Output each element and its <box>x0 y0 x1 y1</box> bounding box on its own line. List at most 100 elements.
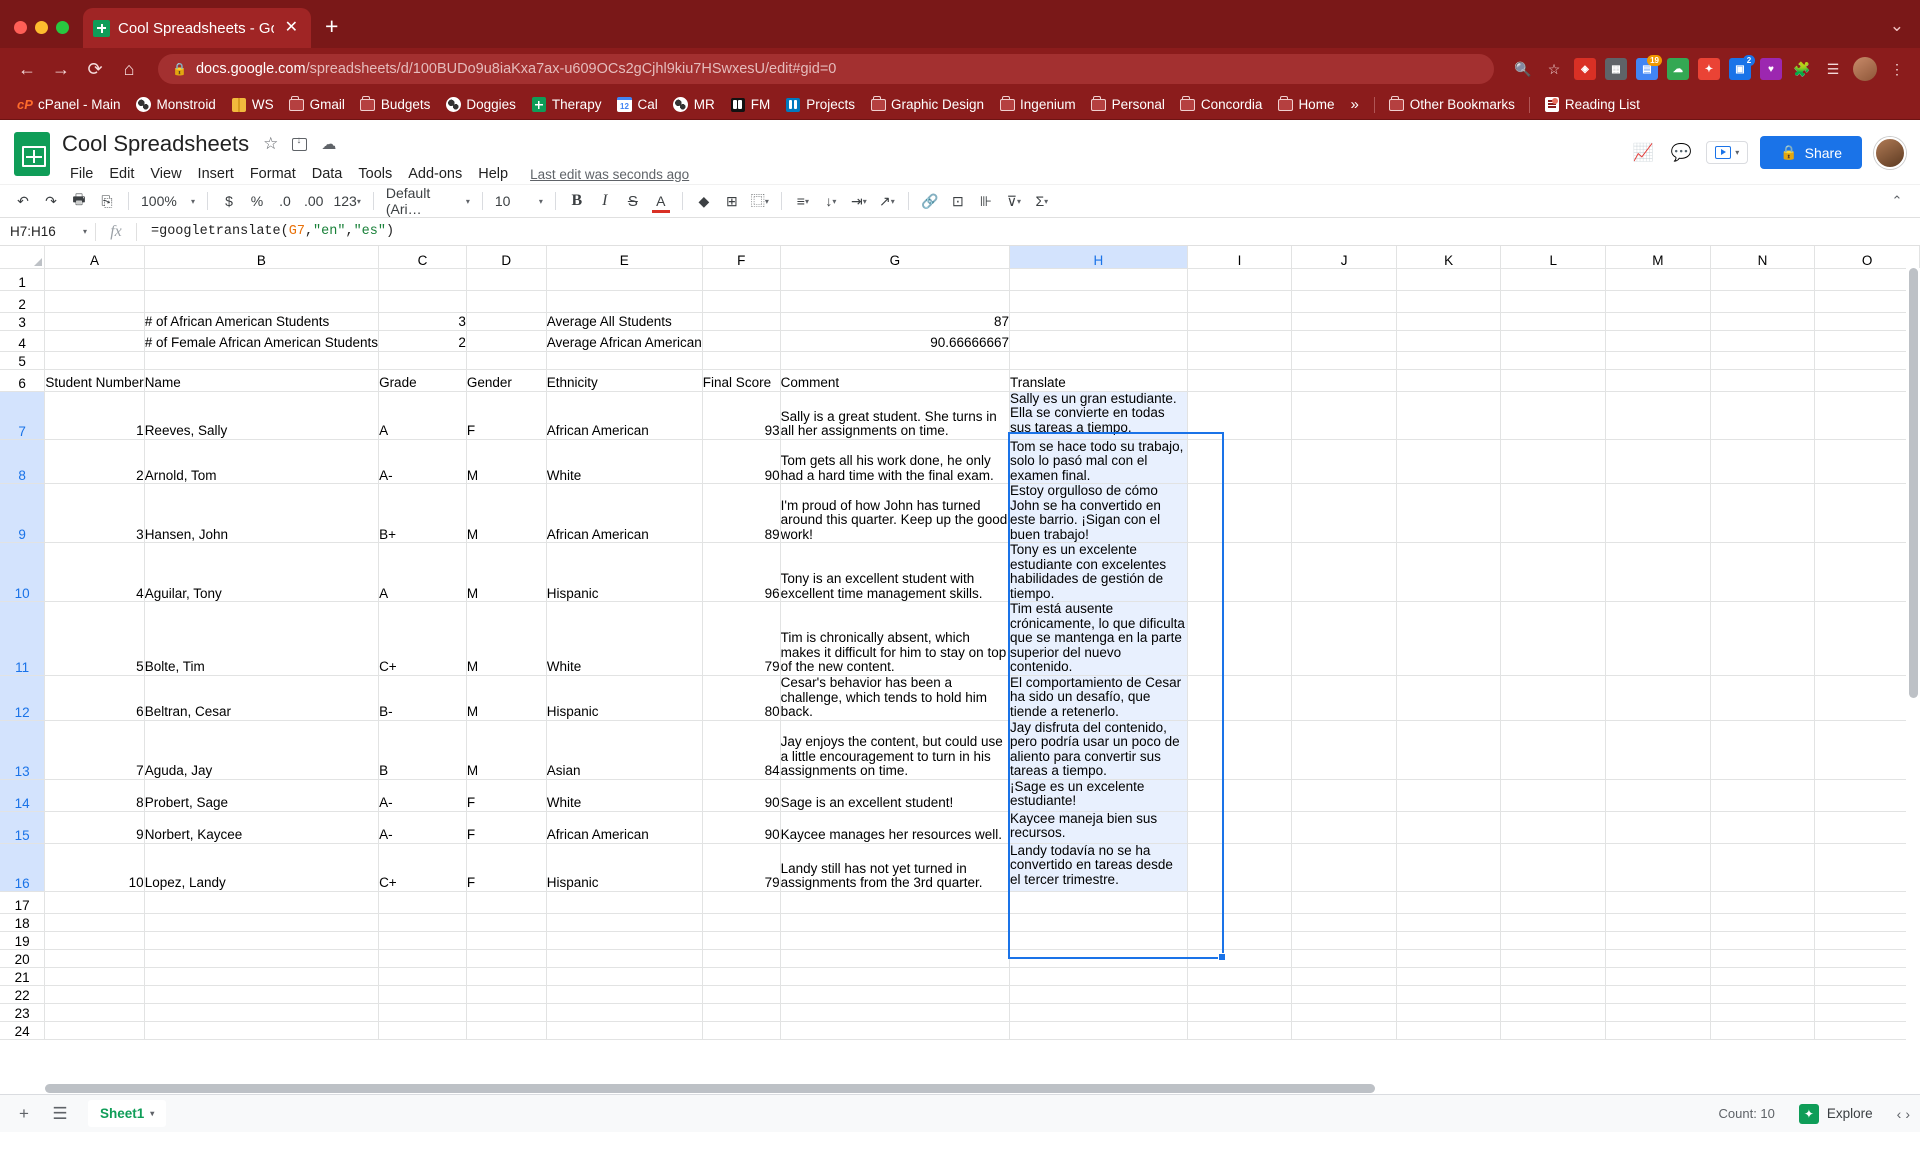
menu-view[interactable]: View <box>142 163 189 185</box>
cell-l8[interactable] <box>1500 439 1607 484</box>
cell-b12[interactable]: Beltran, Cesar <box>144 675 380 721</box>
cell-c6[interactable]: Grade <box>378 369 467 392</box>
cell-n22[interactable] <box>1710 985 1816 1004</box>
cell-f10[interactable]: 96 <box>702 542 781 602</box>
cell-g21[interactable] <box>780 967 1011 986</box>
cell-j19[interactable] <box>1291 931 1397 950</box>
cell-c4[interactable]: 2 <box>378 330 467 352</box>
row-header-5[interactable]: 5 <box>0 351 46 370</box>
cell-h16[interactable]: Landy todavía no se ha convertido en tar… <box>1009 843 1188 892</box>
all-sheets-button[interactable]: ☰ <box>46 1100 74 1128</box>
cell-d23[interactable] <box>466 1003 547 1022</box>
cell-o22[interactable] <box>1814 985 1920 1004</box>
cell-j8[interactable] <box>1291 439 1397 484</box>
row-header-3[interactable]: 3 <box>0 312 46 331</box>
cell-o4[interactable] <box>1814 330 1920 352</box>
bookmark-ingenium[interactable]: Ingenium <box>992 94 1083 116</box>
cell-a10[interactable]: 4 <box>44 542 145 602</box>
currency-format-button[interactable]: $ <box>216 188 242 214</box>
cell-a3[interactable] <box>44 312 145 331</box>
cell-i15[interactable] <box>1187 811 1293 844</box>
maximize-window-button[interactable] <box>56 21 69 34</box>
cell-b15[interactable]: Norbert, Kaycee <box>144 811 380 844</box>
row-header-11[interactable]: 11 <box>0 601 46 676</box>
cell-j15[interactable] <box>1291 811 1397 844</box>
cell-m11[interactable] <box>1605 601 1711 676</box>
cell-l7[interactable] <box>1500 391 1607 440</box>
cell-m9[interactable] <box>1605 483 1711 543</box>
cell-c9[interactable]: B+ <box>378 483 467 543</box>
forward-button[interactable]: → <box>46 54 76 84</box>
cell-a22[interactable] <box>44 985 145 1004</box>
cell-i5[interactable] <box>1187 351 1293 370</box>
cell-o13[interactable] <box>1814 720 1920 780</box>
percent-format-button[interactable]: % <box>244 188 270 214</box>
cell-g6[interactable]: Comment <box>780 369 1011 392</box>
formula-input[interactable]: =googletranslate(G7,"en","es") <box>137 224 394 239</box>
cell-a11[interactable]: 5 <box>44 601 145 676</box>
cell-f21[interactable] <box>702 967 781 986</box>
cell-c7[interactable]: A <box>378 391 467 440</box>
cell-k13[interactable] <box>1396 720 1502 780</box>
cell-d22[interactable] <box>466 985 547 1004</box>
bookmark-gmail[interactable]: Gmail <box>282 94 352 116</box>
cell-e8[interactable]: White <box>546 439 703 484</box>
bookmark-graphic-design[interactable]: Graphic Design <box>863 94 991 116</box>
cell-e22[interactable] <box>546 985 703 1004</box>
cell-o9[interactable] <box>1814 483 1920 543</box>
cell-n6[interactable] <box>1710 369 1816 392</box>
cell-l21[interactable] <box>1500 967 1607 986</box>
cell-g18[interactable] <box>780 913 1011 932</box>
spreadsheet-grid-area[interactable]: A B C D E F G H I J K L M N O 1 2 3 # of… <box>0 246 1920 1094</box>
cell-e24[interactable] <box>546 1021 703 1040</box>
cell-l15[interactable] <box>1500 811 1607 844</box>
cell-k24[interactable] <box>1396 1021 1502 1040</box>
column-header-m[interactable]: M <box>1605 246 1711 269</box>
cell-l24[interactable] <box>1500 1021 1607 1040</box>
cell-k14[interactable] <box>1396 779 1502 812</box>
cell-f7[interactable]: 93 <box>702 391 781 440</box>
column-header-i[interactable]: I <box>1187 246 1293 269</box>
cell-c24[interactable] <box>378 1021 467 1040</box>
pin-icon[interactable]: ▣ 2 <box>1729 55 1755 80</box>
cell-o10[interactable] <box>1814 542 1920 602</box>
bookmark-personal[interactable]: Personal <box>1084 94 1172 116</box>
row-header-4[interactable]: 4 <box>0 330 46 352</box>
row-header-2[interactable]: 2 <box>0 290 46 313</box>
cell-b24[interactable] <box>144 1021 380 1040</box>
cell-h14[interactable]: ¡Sage es un excelente estudiante! <box>1009 779 1188 812</box>
cell-l1[interactable] <box>1500 268 1607 291</box>
bookmark-ws[interactable]: WS <box>224 94 281 116</box>
functions-button[interactable]: Σ ▾ <box>1029 188 1055 214</box>
cell-f15[interactable]: 90 <box>702 811 781 844</box>
cell-h5[interactable] <box>1009 351 1188 370</box>
column-header-l[interactable]: L <box>1500 246 1607 269</box>
text-wrap-button[interactable]: ⇥ ▾ <box>846 188 872 214</box>
cell-b2[interactable] <box>144 290 380 313</box>
select-all-corner[interactable] <box>0 246 46 269</box>
bookmark-monstroid[interactable]: Monstroid <box>129 94 223 116</box>
cell-n12[interactable] <box>1710 675 1816 721</box>
cell-f9[interactable]: 89 <box>702 483 781 543</box>
column-header-g[interactable]: G <box>780 246 1011 269</box>
italic-button[interactable]: I <box>592 188 618 214</box>
cell-g15[interactable]: Kaycee manages her resources well. <box>780 811 1011 844</box>
row-header-16[interactable]: 16 <box>0 843 46 892</box>
cell-n20[interactable] <box>1710 949 1816 968</box>
cell-e7[interactable]: African American <box>546 391 703 440</box>
cell-b4[interactable]: # of Female African American Students <box>144 330 380 352</box>
cell-n1[interactable] <box>1710 268 1816 291</box>
column-header-b[interactable]: B <box>144 246 380 269</box>
undo-button[interactable]: ↶ <box>10 188 36 214</box>
cell-d11[interactable]: M <box>466 601 547 676</box>
insert-chart-button[interactable]: ⊪ <box>973 188 999 214</box>
page-title[interactable]: Cool Spreadsheets <box>62 131 249 157</box>
row-header-10[interactable]: 10 <box>0 542 46 602</box>
filter-button[interactable]: ⊽ ▾ <box>1001 188 1027 214</box>
vertical-align-button[interactable]: ↓ ▾ <box>818 188 844 214</box>
window-options-icon[interactable]: ⌄ <box>1890 16 1904 36</box>
cell-n23[interactable] <box>1710 1003 1816 1022</box>
cell-g7[interactable]: Sally is a great student. She turns in a… <box>780 391 1011 440</box>
cell-i8[interactable] <box>1187 439 1293 484</box>
cell-n10[interactable] <box>1710 542 1816 602</box>
